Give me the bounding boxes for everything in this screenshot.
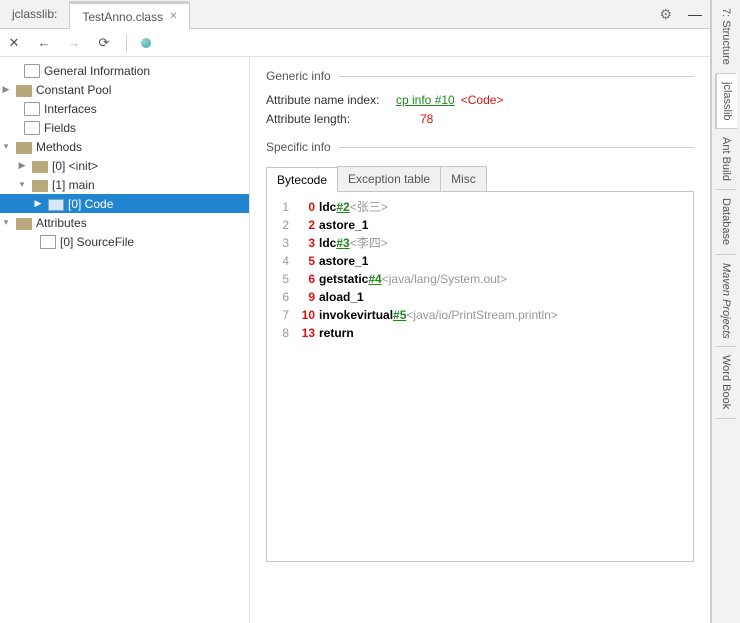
file-icon — [24, 121, 40, 135]
file-icon — [40, 235, 56, 249]
rail-structure[interactable]: 7: Structure — [716, 0, 736, 74]
node-sourcefile[interactable]: [0] SourceFile — [0, 232, 249, 251]
bytecode-line: 22 astore_1 — [275, 216, 685, 234]
attr-length-row: Attribute length: 78 — [266, 112, 694, 126]
folder-icon — [32, 178, 48, 192]
cp-ref-link[interactable]: #2 — [336, 198, 349, 216]
refresh-icon[interactable]: ⟳ — [96, 35, 112, 51]
bytecode-line: 710 invokevirtual #5 <java/io/PrintStrea… — [275, 306, 685, 324]
tab-exception-table[interactable]: Exception table — [337, 166, 441, 191]
rail-word-book[interactable]: Word Book — [716, 347, 736, 418]
bytecode-line: 813 return — [275, 324, 685, 342]
node-general-info[interactable]: General Information — [0, 61, 249, 80]
bytecode-line: 56 getstatic #4 <java/lang/System.out> — [275, 270, 685, 288]
detail-pane: Generic info Attribute name index: cp in… — [250, 57, 710, 623]
expand-icon[interactable]: ▶ — [16, 160, 28, 171]
expand-icon[interactable]: ▶ — [32, 198, 44, 209]
node-method-init[interactable]: ▶[0] <init> — [0, 156, 249, 175]
bytecode-line: 10 ldc #2 <张三> — [275, 198, 685, 216]
file-tab-label: TestAnno.class — [82, 10, 163, 24]
folder-icon — [32, 159, 48, 173]
cp-ref-link[interactable]: #4 — [368, 270, 381, 288]
gear-icon[interactable]: ⚙ — [651, 6, 680, 23]
tool-bar: ✕ ← → ⟳ — [0, 29, 710, 57]
file-icon — [24, 102, 40, 116]
attr-length-value: 78 — [420, 112, 433, 126]
folder-icon — [16, 83, 32, 97]
forward-arrow-icon[interactable]: → — [66, 35, 82, 51]
tool-window-title: jclasslib: — [0, 0, 69, 28]
node-method-main[interactable]: ▾[1] main — [0, 175, 249, 194]
bytecode-line: 33 ldc #3 <李四> — [275, 234, 685, 252]
node-code-selected[interactable]: ▶[0] Code — [0, 194, 249, 213]
collapse-icon[interactable]: ▾ — [16, 179, 28, 190]
status-dot-icon[interactable] — [141, 38, 151, 48]
attr-name-value: <Code> — [461, 93, 504, 107]
bytecode-line: 45 astore_1 — [275, 252, 685, 270]
close-icon[interactable]: ✕ — [6, 35, 22, 51]
attr-name-row: Attribute name index: cp info #10 <Code> — [266, 93, 694, 107]
collapse-icon[interactable]: ▾ — [0, 141, 12, 152]
structure-tree[interactable]: General Information ▶Constant Pool Inter… — [0, 57, 250, 623]
bytecode-listing[interactable]: 10 ldc #2 <张三>22 astore_133 ldc #3 <李四>4… — [266, 192, 694, 562]
tab-misc[interactable]: Misc — [440, 166, 487, 191]
node-methods[interactable]: ▾Methods — [0, 137, 249, 156]
right-sidebar: 7: Structure jclasslib Ant Build Databas… — [711, 0, 740, 623]
bytecode-line: 69 aload_1 — [275, 288, 685, 306]
collapse-icon[interactable]: ▾ — [0, 217, 12, 228]
node-attributes[interactable]: ▾Attributes — [0, 213, 249, 232]
file-icon — [24, 64, 40, 78]
folder-icon — [16, 140, 32, 154]
sub-tabs: Bytecode Exception table Misc — [266, 166, 694, 192]
minimize-icon[interactable]: — — [680, 6, 710, 22]
tab-bytecode[interactable]: Bytecode — [266, 167, 338, 192]
file-tab-active[interactable]: TestAnno.class ✕ — [69, 1, 190, 29]
node-fields[interactable]: Fields — [0, 118, 249, 137]
separator — [126, 34, 127, 52]
back-arrow-icon[interactable]: ← — [36, 35, 52, 51]
generic-info-label: Generic info — [266, 69, 694, 83]
folder-icon — [16, 216, 32, 230]
rail-ant-build[interactable]: Ant Build — [716, 129, 736, 190]
specific-info-label: Specific info — [266, 140, 694, 154]
expand-icon[interactable]: ▶ — [0, 84, 12, 95]
cp-ref-link[interactable]: #5 — [393, 306, 406, 324]
top-tab-bar: jclasslib: TestAnno.class ✕ ⚙ — — [0, 0, 710, 29]
node-interfaces[interactable]: Interfaces — [0, 99, 249, 118]
cp-info-link[interactable]: cp info #10 — [396, 93, 455, 107]
rail-database[interactable]: Database — [716, 190, 736, 254]
rail-jclasslib[interactable]: jclasslib — [715, 74, 737, 130]
cp-ref-link[interactable]: #3 — [336, 234, 349, 252]
folder-icon — [48, 197, 64, 211]
rail-maven-projects[interactable]: Maven Projects — [716, 255, 736, 348]
close-tab-icon[interactable]: ✕ — [169, 11, 177, 22]
node-constant-pool[interactable]: ▶Constant Pool — [0, 80, 249, 99]
